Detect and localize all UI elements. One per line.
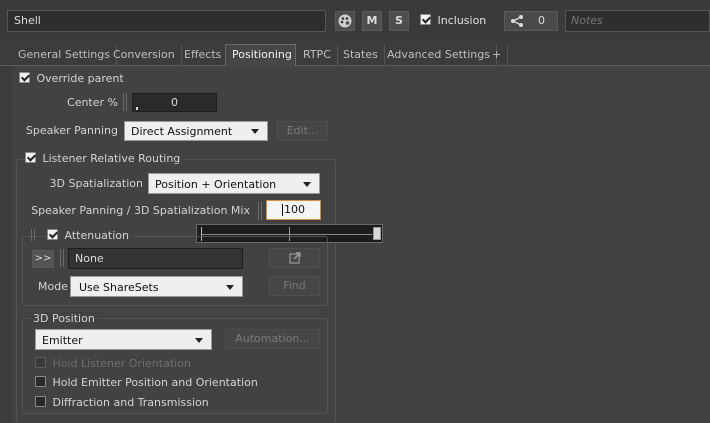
center-slider-field[interactable]: 0 (132, 93, 217, 112)
chevron-down-icon (251, 129, 259, 134)
find-button[interactable]: Find (269, 276, 320, 296)
spatialization-label: 3D Spatialization (49, 177, 143, 190)
inclusion-toggle[interactable]: Inclusion (420, 14, 486, 28)
attenuation-value: None (75, 252, 104, 265)
listener-relative-routing-checkbox[interactable] (25, 152, 36, 163)
mix-value: 100 (284, 203, 305, 216)
references-count: 0 (538, 14, 545, 27)
automation-button[interactable]: Automation... (225, 329, 320, 349)
references-button[interactable]: 0 (504, 11, 558, 31)
speaker-panning-label: Speaker Panning (25, 124, 118, 137)
diffraction-option[interactable]: Diffraction and Transmission (35, 396, 209, 409)
center-grip[interactable] (123, 93, 127, 111)
chevron-down-icon (303, 181, 311, 187)
tab-positioning[interactable]: Positioning (225, 44, 296, 66)
expand-button[interactable]: >> (32, 250, 54, 268)
hold-emitter-label: Hold Emitter Position and Orientation (52, 376, 258, 389)
center-value: 0 (171, 96, 178, 109)
mix-label: Speaker Panning / 3D Spatialization Mix (31, 204, 250, 217)
object-name-value: Shell (14, 14, 41, 27)
edit-button[interactable]: Edit... (277, 121, 328, 141)
mode-dropdown[interactable]: Use ShareSets (70, 276, 243, 297)
position-value: Emitter (42, 334, 83, 347)
tab-add[interactable]: + (486, 45, 509, 65)
override-parent-label: Override parent (36, 72, 124, 85)
mix-input[interactable]: 100 (266, 200, 321, 220)
inclusion-checkbox[interactable] (420, 14, 431, 25)
listener-relative-routing-toggle[interactable]: Listener Relative Routing (25, 152, 184, 165)
solo-button[interactable]: S (389, 11, 409, 31)
tab-advanced-settings[interactable]: Advanced Settings (381, 45, 497, 65)
override-parent-checkbox[interactable] (19, 72, 30, 83)
palette-icon (338, 14, 352, 28)
override-parent-toggle[interactable]: Override parent (19, 72, 124, 85)
listener-relative-routing-label: Listener Relative Routing (42, 152, 181, 165)
hold-emitter-option[interactable]: Hold Emitter Position and Orientation (35, 376, 258, 389)
center-label: Center % (67, 96, 118, 109)
inclusion-label: Inclusion (437, 14, 487, 27)
position-group-label: 3D Position (30, 312, 98, 325)
mute-button[interactable]: M (362, 11, 382, 31)
hold-listener-checkbox (35, 357, 46, 368)
color-button[interactable] (335, 11, 355, 31)
mix-slider-thumb[interactable] (373, 227, 381, 240)
tab-states[interactable]: States (337, 45, 385, 65)
tab-general-settings[interactable]: General Settings (12, 45, 117, 65)
chevron-down-icon (195, 337, 203, 343)
speaker-panning-value: Direct Assignment (131, 125, 233, 138)
spatialization-value: Position + Orientation (155, 178, 277, 191)
attenuation-share-grip[interactable] (60, 249, 64, 267)
notes-placeholder: Notes (571, 14, 603, 27)
text-cursor (282, 204, 283, 216)
hold-listener-option: Hold Listener Orientation (35, 357, 191, 370)
hold-listener-label: Hold Listener Orientation (52, 357, 191, 370)
open-shareset-button[interactable] (269, 248, 320, 268)
mode-label: Mode (38, 280, 68, 293)
external-link-icon (288, 252, 301, 264)
share-icon (511, 15, 523, 27)
diffraction-checkbox[interactable] (35, 396, 46, 407)
tab-conversion[interactable]: Conversion (107, 45, 182, 65)
attenuation-shareset-field[interactable]: None (68, 248, 243, 269)
mode-value: Use ShareSets (79, 281, 159, 294)
hold-emitter-checkbox[interactable] (35, 376, 46, 387)
attenuation-toggle[interactable]: Attenuation (47, 229, 133, 242)
object-name-field[interactable]: Shell (7, 10, 326, 32)
diffraction-label: Diffraction and Transmission (52, 396, 209, 409)
attenuation-grip[interactable] (31, 229, 35, 241)
tab-effects[interactable]: Effects (178, 45, 229, 65)
mix-grip[interactable] (258, 202, 262, 220)
tab-rtpc[interactable]: RTPC (297, 45, 338, 65)
mix-slider-track (202, 234, 372, 235)
notes-field[interactable]: Notes (565, 10, 710, 32)
attenuation-label: Attenuation (64, 229, 129, 242)
position-dropdown[interactable]: Emitter (35, 329, 212, 350)
speaker-panning-dropdown[interactable]: Direct Assignment (124, 121, 268, 141)
chevron-down-icon (226, 284, 234, 290)
spatialization-dropdown[interactable]: Position + Orientation (148, 173, 320, 194)
attenuation-checkbox[interactable] (47, 229, 58, 240)
center-slider-marker (136, 107, 138, 110)
